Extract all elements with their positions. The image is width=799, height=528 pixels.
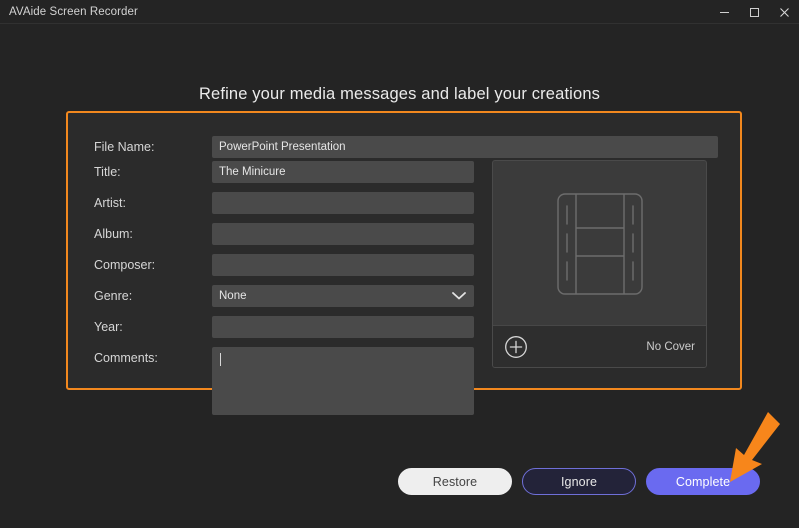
close-icon (779, 7, 789, 17)
field-row-comments: Comments: (94, 347, 474, 420)
text-cursor (220, 353, 221, 366)
file-name-input[interactable] (212, 136, 718, 158)
minimize-icon (719, 11, 729, 13)
restore-button[interactable]: Restore (398, 468, 512, 495)
year-input[interactable] (212, 316, 474, 338)
label-year: Year: (94, 320, 123, 334)
app-window: AVAide Screen Recorder Refine your media (0, 0, 799, 528)
plus-circle-icon[interactable] (504, 335, 528, 359)
label-genre: Genre: (94, 289, 133, 303)
window-title: AVAide Screen Recorder (9, 5, 138, 18)
field-row-album: Album: (94, 223, 474, 245)
comments-textarea[interactable] (212, 347, 474, 415)
window-controls (709, 0, 799, 24)
label-composer: Composer: (94, 258, 156, 272)
complete-button[interactable]: Complete (646, 468, 760, 495)
cover-art-panel[interactable]: No Cover (492, 160, 707, 368)
genre-select[interactable]: None (212, 285, 474, 307)
label-album: Album: (94, 227, 133, 241)
genre-selected-value: None (219, 290, 247, 302)
artist-input[interactable] (212, 192, 474, 214)
field-row-year: Year: (94, 316, 474, 338)
metadata-form-panel: File Name: Title: Artist: Album: (66, 111, 742, 415)
maximize-button[interactable] (739, 0, 769, 24)
album-input[interactable] (212, 223, 474, 245)
label-comments: Comments: (94, 351, 158, 365)
label-artist: Artist: (94, 196, 126, 210)
label-title: Title: (94, 165, 121, 179)
title-input[interactable] (212, 161, 474, 183)
field-row-file-name: File Name: (94, 136, 718, 158)
close-button[interactable] (769, 0, 799, 24)
ignore-button[interactable]: Ignore (522, 468, 636, 495)
field-row-artist: Artist: (94, 192, 474, 214)
maximize-icon (749, 7, 759, 17)
field-row-genre: Genre: None (94, 285, 474, 307)
cover-art-preview (493, 161, 706, 327)
cover-footer: No Cover (493, 325, 706, 367)
label-file-name: File Name: (94, 140, 155, 154)
cover-status-label: No Cover (646, 340, 695, 353)
composer-input[interactable] (212, 254, 474, 276)
field-row-title: Title: (94, 161, 474, 183)
field-row-composer: Composer: (94, 254, 474, 276)
film-strip-icon (556, 193, 643, 295)
footer-button-group: Restore Ignore Complete (398, 468, 760, 495)
minimize-button[interactable] (709, 0, 739, 24)
page-title: Refine your media messages and label you… (198, 85, 601, 103)
title-bar: AVAide Screen Recorder (0, 0, 799, 24)
